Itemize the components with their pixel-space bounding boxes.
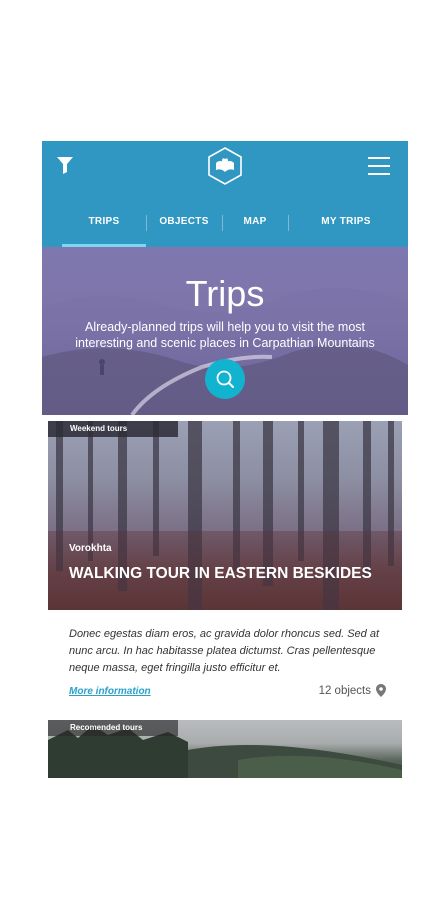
tour-category-badge: Recomended tours [48, 720, 178, 736]
tour-card-image[interactable]: Weekend tours Vorokhta WALKING TOUR IN E… [48, 421, 402, 610]
hero-banner: Trips Already-planned trips will help yo… [42, 247, 408, 415]
search-icon [216, 370, 234, 388]
tour-card-image[interactable]: Recomended tours [48, 720, 402, 778]
app-screen: TRIPS OBJECTS MAP MY TRIPS Trips Already… [42, 141, 408, 778]
page-title: Trips [185, 273, 265, 314]
book-heart-logo[interactable] [207, 146, 243, 186]
tab-objects[interactable]: OBJECTS [146, 207, 222, 247]
tab-my-trips[interactable]: MY TRIPS [288, 207, 404, 247]
search-button[interactable] [205, 359, 245, 399]
more-information-link[interactable]: More information [69, 686, 151, 697]
objects-count: 12 objects [319, 684, 386, 697]
objects-count-label: 12 objects [318, 684, 371, 697]
tab-map[interactable]: MAP [222, 207, 288, 247]
tab-bar: TRIPS OBJECTS MAP MY TRIPS [42, 207, 408, 247]
filter-icon[interactable] [56, 155, 74, 175]
tour-category-badge: Weekend tours [48, 421, 178, 437]
hamburger-icon[interactable] [368, 157, 390, 175]
tour-location: Vorokhta [69, 543, 112, 554]
header: TRIPS OBJECTS MAP MY TRIPS [42, 141, 408, 247]
tour-description: Donec egestas diam eros, ac gravida dolo… [69, 628, 380, 674]
map-pin-icon [376, 684, 386, 697]
tab-trips[interactable]: TRIPS [62, 207, 146, 247]
page-subtitle: Already-planned trips will help you to v… [75, 320, 375, 350]
tour-title[interactable]: WALKING TOUR IN EASTERN BESKIDES [69, 565, 389, 582]
